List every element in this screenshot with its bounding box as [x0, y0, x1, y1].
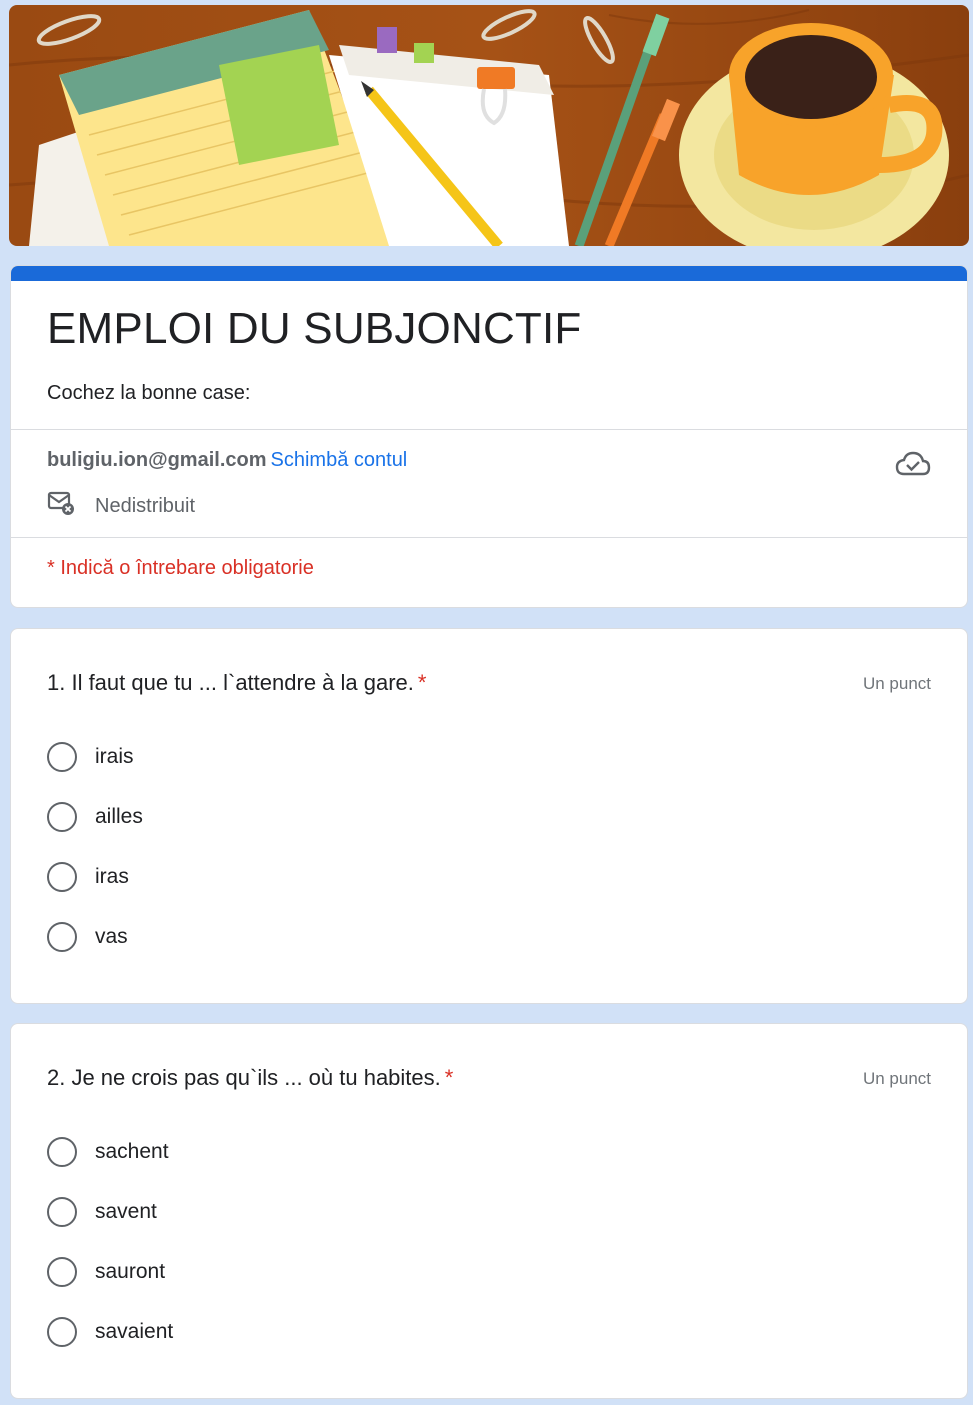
not-shared-label: Nedistribuit — [95, 494, 196, 517]
divider — [11, 429, 967, 430]
option-irais[interactable]: irais — [47, 742, 134, 772]
radio-unchecked-icon[interactable] — [47, 742, 77, 772]
option-label: sauront — [95, 1260, 166, 1283]
account-info: buligiu.ion@gmail.com Schimbă contul — [47, 449, 407, 472]
question-card-1: 1. Il faut que tu ... l`attendre à la ga… — [10, 628, 968, 1004]
option-sauront[interactable]: sauront — [47, 1257, 165, 1287]
option-label: irais — [95, 745, 134, 768]
option-label: ailles — [95, 805, 143, 828]
option-vas[interactable]: vas — [47, 922, 128, 952]
radio-unchecked-icon[interactable] — [47, 802, 77, 832]
option-iras[interactable]: iras — [47, 862, 129, 892]
question-title: 2. Je ne crois pas qu`ils ... où tu habi… — [47, 1065, 453, 1091]
radio-unchecked-icon[interactable] — [47, 1257, 77, 1287]
option-label: savaient — [95, 1320, 174, 1343]
cloud-check-icon — [895, 450, 931, 483]
form-title: EMPLOI DU SUBJONCTIF — [47, 304, 582, 353]
option-ailles[interactable]: ailles — [47, 802, 143, 832]
question-text: 1. Il faut que tu ... l`attendre à la ga… — [47, 670, 414, 695]
form-description: Cochez la bonne case: — [47, 382, 251, 404]
option-label: sachent — [95, 1140, 169, 1163]
required-asterisk: * — [444, 1065, 454, 1090]
option-sachent[interactable]: sachent — [47, 1137, 169, 1167]
points-label: Un punct — [862, 1069, 931, 1088]
points-label: Un punct — [862, 674, 931, 693]
not-shared-indicator: Nedistribuit — [47, 490, 195, 522]
required-note: * Indică o întrebare obligatorie — [47, 557, 314, 579]
radio-unchecked-icon[interactable] — [47, 1317, 77, 1347]
accent-bar — [11, 266, 967, 281]
account-email: buligiu.ion@gmail.com — [47, 449, 267, 471]
option-label: iras — [95, 865, 129, 888]
option-savent[interactable]: savent — [47, 1197, 157, 1227]
form-header-card: EMPLOI DU SUBJONCTIF Cochez la bonne cas… — [10, 265, 968, 608]
option-label: savent — [95, 1200, 157, 1223]
option-savaient[interactable]: savaient — [47, 1317, 173, 1347]
divider — [11, 537, 967, 538]
radio-unchecked-icon[interactable] — [47, 862, 77, 892]
radio-unchecked-icon[interactable] — [47, 1137, 77, 1167]
mail-not-shared-icon — [47, 490, 75, 522]
header-banner-image — [9, 5, 969, 246]
radio-unchecked-icon[interactable] — [47, 922, 77, 952]
option-label: vas — [95, 925, 128, 948]
radio-unchecked-icon[interactable] — [47, 1197, 77, 1227]
required-asterisk: * — [417, 670, 427, 695]
question-text: 2. Je ne crois pas qu`ils ... où tu habi… — [47, 1065, 441, 1090]
question-title: 1. Il faut que tu ... l`attendre à la ga… — [47, 670, 426, 696]
question-card-2: 2. Je ne crois pas qu`ils ... où tu habi… — [10, 1023, 968, 1399]
switch-account-link[interactable]: Schimbă contul — [271, 449, 408, 471]
